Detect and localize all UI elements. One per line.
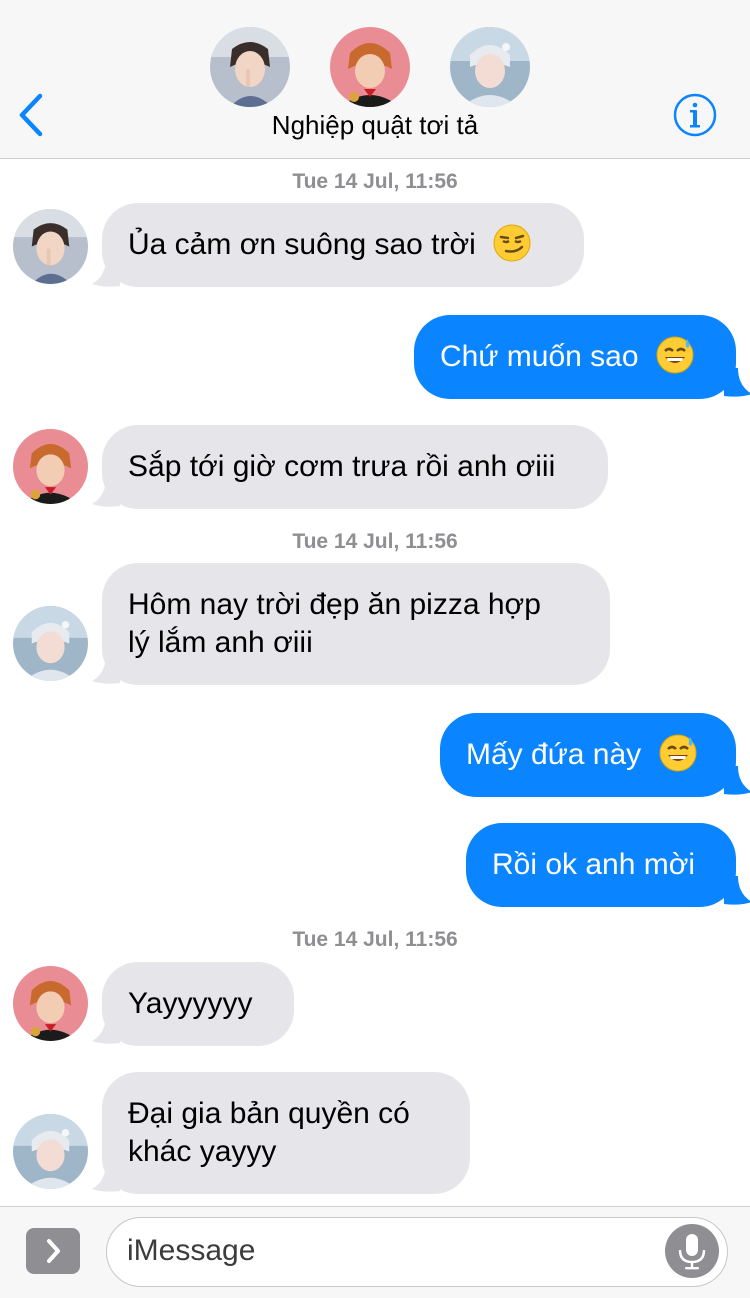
sender-avatar[interactable] — [13, 966, 88, 1041]
group-member-avatar[interactable] — [330, 27, 410, 107]
message-text: Ủa cảm ơn suông sao trời — [128, 228, 476, 261]
message-input-placeholder: iMessage — [127, 1234, 256, 1267]
timestamp: Tue 14 Jul, 11:56 — [292, 928, 458, 951]
message-text-line: lý lắm anh ơiii — [128, 626, 313, 659]
message-bubble-incoming[interactable]: Sắp tới giờ cơm trưa rồi anh ơiii — [102, 425, 608, 509]
message-text: Sắp tới giờ cơm trưa rồi anh ơiii — [128, 450, 556, 483]
conversation-title[interactable]: Nghiệp quật tơi tả — [0, 110, 750, 141]
sender-avatar[interactable] — [13, 429, 88, 504]
group-member-avatar[interactable] — [210, 27, 290, 107]
avatar — [210, 27, 290, 107]
timestamp: Tue 14 Jul, 11:56 — [292, 170, 458, 193]
message-bubble-outgoing[interactable]: Chứ muốn sao — [414, 315, 736, 399]
avatar — [13, 606, 88, 681]
message-text: Chứ muốn sao — [440, 340, 639, 373]
message-bubble-incoming[interactable]: Đại gia bản quyền có khác yayyy — [102, 1072, 470, 1194]
chevron-right-icon — [47, 1239, 60, 1263]
message-text: Yayyyyyy — [128, 987, 253, 1020]
compose-bar: iMessage — [0, 1206, 750, 1298]
avatar — [13, 966, 88, 1041]
message-input[interactable]: iMessage — [106, 1217, 728, 1287]
avatar — [13, 209, 88, 284]
avatar — [13, 429, 88, 504]
avatar — [330, 27, 410, 107]
timestamp: Tue 14 Jul, 11:56 — [292, 530, 458, 553]
message-text-line: Đại gia bản quyền có — [128, 1097, 410, 1130]
message-bubble-outgoing[interactable]: Mấy đứa này — [440, 713, 736, 797]
info-icon — [673, 93, 717, 137]
message-bubble-incoming[interactable]: Hôm nay trời đẹp ăn pizza hợp lý lắm anh… — [102, 563, 610, 685]
message-text: Rồi ok anh mời — [492, 848, 696, 881]
info-button[interactable] — [672, 92, 718, 138]
sender-avatar[interactable] — [13, 209, 88, 284]
sweat-smile-emoji-icon — [659, 734, 697, 772]
conversation-header: Nghiệp quật tơi tả — [0, 0, 750, 159]
avatar — [450, 27, 530, 107]
message-text: Mấy đứa này — [466, 738, 642, 771]
message-bubble-incoming[interactable]: Ủa cảm ơn suông sao trời — [102, 203, 584, 287]
group-member-avatar[interactable] — [450, 27, 530, 107]
message-text-line: Hôm nay trời đẹp ăn pizza hợp — [128, 588, 541, 621]
microphone-icon — [678, 1234, 706, 1270]
message-bubble-incoming[interactable]: Yayyyyyy — [102, 962, 294, 1046]
sender-avatar[interactable] — [13, 606, 88, 681]
smirk-emoji-icon — [493, 224, 531, 262]
sender-avatar[interactable] — [13, 1114, 88, 1189]
message-bubble-outgoing[interactable]: Rồi ok anh mời — [466, 823, 736, 907]
apps-button[interactable] — [26, 1228, 80, 1274]
dictation-button[interactable] — [665, 1224, 719, 1278]
avatar — [13, 1114, 88, 1189]
message-text-line: khác yayyy — [128, 1135, 277, 1168]
sweat-smile-emoji-icon — [656, 336, 694, 374]
